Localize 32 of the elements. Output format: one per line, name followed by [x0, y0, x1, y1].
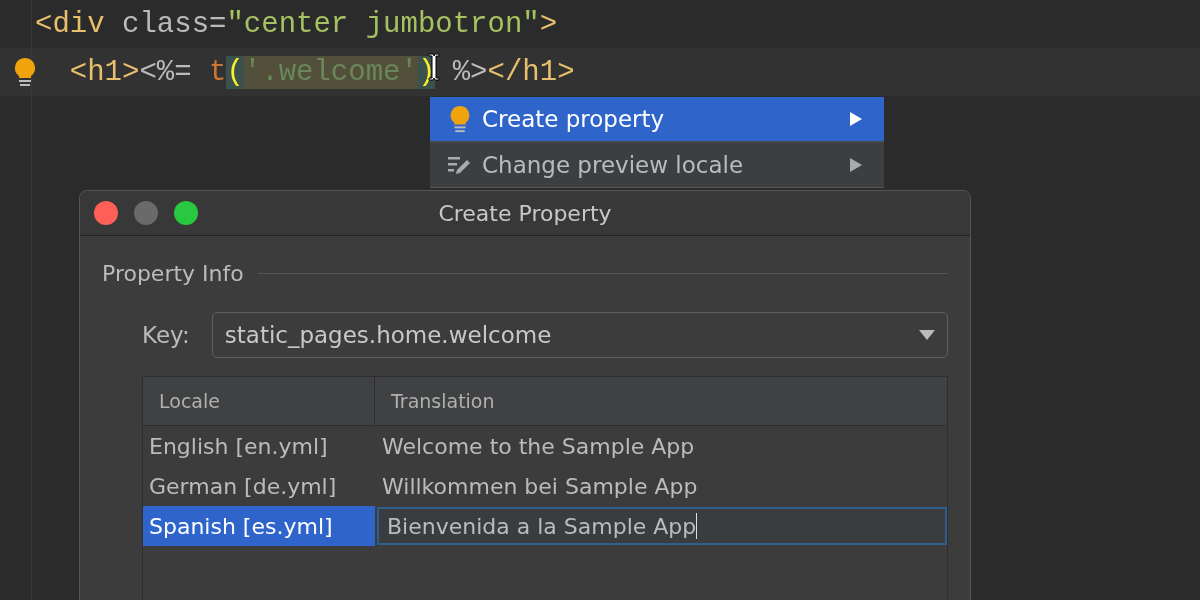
submenu-arrow-icon	[850, 158, 862, 172]
key-combo-box[interactable]: static_pages.home.welcome	[211, 312, 948, 358]
translation-cell-text: Welcome to the Sample App	[381, 432, 696, 461]
column-header[interactable]: Translation	[375, 377, 495, 425]
code-token: <div	[35, 7, 105, 41]
locale-cell[interactable]: Spanish [es.yml]	[143, 506, 375, 546]
column-header[interactable]: Locale	[143, 377, 375, 425]
code-token: (	[226, 55, 244, 89]
window-title: Create Property	[438, 200, 612, 226]
dropdown-arrow-icon	[919, 330, 935, 340]
locale-cell[interactable]: English [en.yml]	[143, 426, 375, 466]
close-button[interactable]	[94, 201, 118, 225]
submenu-arrow-icon	[850, 112, 862, 126]
code-token: "center jumbotron"	[226, 7, 540, 41]
menu-item[interactable]: Create property	[430, 97, 884, 141]
menu-item[interactable]: Change preview locale	[430, 141, 884, 187]
key-label: Key:	[142, 322, 190, 348]
code-token: class=	[121, 7, 227, 41]
lightbulb-icon	[448, 105, 472, 133]
translation-cell-text: Willkommen bei Sample App	[381, 472, 699, 501]
translation-input-field[interactable]: Bienvenida a la Sample App	[377, 507, 947, 545]
code-token: >	[539, 7, 558, 41]
code-token: <h1>	[68, 55, 140, 89]
code-token: <%=	[139, 55, 193, 89]
code-token: t	[209, 55, 227, 89]
section-title: Property Info	[102, 260, 244, 286]
code-token: </h1>	[487, 55, 575, 89]
lightbulb-icon[interactable]	[13, 57, 37, 87]
pencil-lines-icon	[448, 155, 472, 175]
code-token: %>	[451, 55, 488, 89]
zoom-button[interactable]	[174, 201, 198, 225]
locale-cell[interactable]: German [de.yml]	[143, 466, 375, 506]
